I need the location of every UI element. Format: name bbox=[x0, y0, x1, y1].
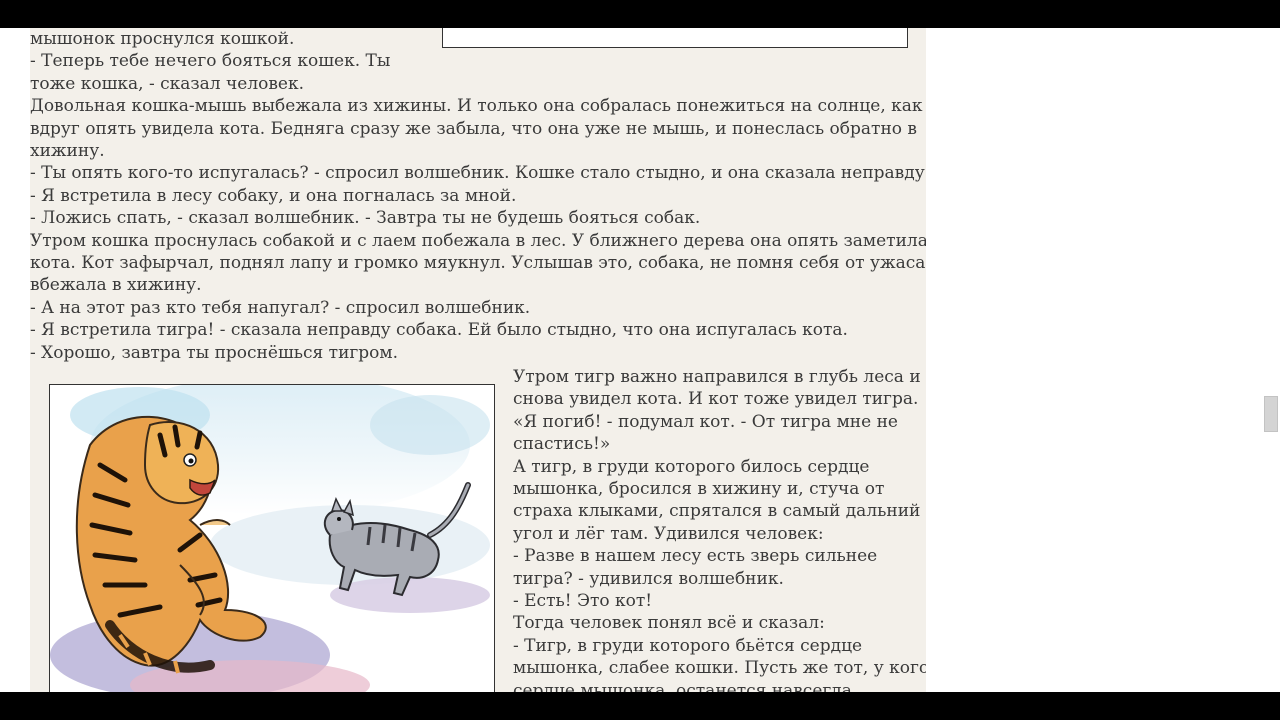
text-line: снова увидел кота. И кот тоже увидел тиг… bbox=[513, 389, 919, 410]
text-line: спастись!» bbox=[513, 434, 611, 455]
text-line: мышонка, слабее кошки. Пусть же тот, у к… bbox=[513, 658, 926, 679]
text-line: - Тигр, в груди которого бьётся сердце bbox=[513, 635, 863, 656]
document-page: мышонок проснулся кошкой. - Теперь тебе … bbox=[30, 28, 926, 692]
text-line: - Я встретила в лесу собаку, и она погна… bbox=[30, 185, 517, 206]
tiger-cat-illustration bbox=[49, 384, 495, 692]
story-text-right: Утром тигр важно направился в глубь леса… bbox=[513, 366, 926, 692]
story-text-top: мышонок проснулся кошкой. - Теперь тебе … bbox=[30, 28, 926, 364]
text-line: вбежала в хижину. bbox=[30, 275, 202, 296]
text-line: - Теперь тебе нечего бояться кошек. Ты bbox=[30, 51, 391, 72]
text-line: сердце мышонка, останется навсегда bbox=[513, 680, 852, 692]
text-line: кота. Кот зафырчал, поднял лапу и громко… bbox=[30, 253, 926, 274]
text-line: тоже кошка, - сказал человек. bbox=[30, 73, 305, 94]
text-line: А тигр, в груди которого билось сердце bbox=[513, 456, 870, 477]
illustration-art bbox=[50, 385, 494, 692]
text-line: - А на этот раз кто тебя напугал? - спро… bbox=[30, 297, 531, 318]
scrollbar-thumb[interactable] bbox=[1264, 396, 1278, 432]
video-letterbox-top bbox=[0, 0, 1280, 28]
text-line: мышонок проснулся кошкой. bbox=[30, 29, 295, 49]
text-line: Довольная кошка-мышь выбежала из хижины.… bbox=[30, 96, 923, 117]
text-line: Утром тигр важно направился в глубь леса… bbox=[513, 367, 921, 387]
text-line: угол и лёг там. Удивился человек: bbox=[513, 523, 824, 544]
text-line: - Ложись спать, - сказал волшебник. - За… bbox=[30, 208, 701, 229]
video-letterbox-bottom bbox=[0, 692, 1280, 720]
text-line: «Я погиб! - подумал кот. - От тигра мне … bbox=[513, 411, 898, 432]
text-line: страха клыками, спрятался в самый дальни… bbox=[513, 501, 921, 522]
text-line: хижину. bbox=[30, 141, 105, 162]
text-line: - Разве в нашем лесу есть зверь сильнее bbox=[513, 546, 878, 567]
text-line: Тогда человек понял всё и сказал: bbox=[513, 613, 825, 634]
text-line: - Я встретила тигра! - сказала неправду … bbox=[30, 320, 848, 341]
text-line: - Ты опять кого-то испугалась? - спросил… bbox=[30, 163, 926, 184]
text-line: тигра? - удивился волшебник. bbox=[513, 568, 784, 589]
text-line: вдруг опять увидела кота. Бедняга сразу … bbox=[30, 118, 917, 139]
text-line: мышонка, бросился в хижину и, стуча от bbox=[513, 479, 885, 500]
text-line: - Есть! Это кот! bbox=[513, 591, 653, 612]
text-line: - Хорошо, завтра ты проснёшься тигром. bbox=[30, 342, 399, 363]
text-line: Утром кошка проснулась собакой и с лаем … bbox=[30, 230, 926, 251]
